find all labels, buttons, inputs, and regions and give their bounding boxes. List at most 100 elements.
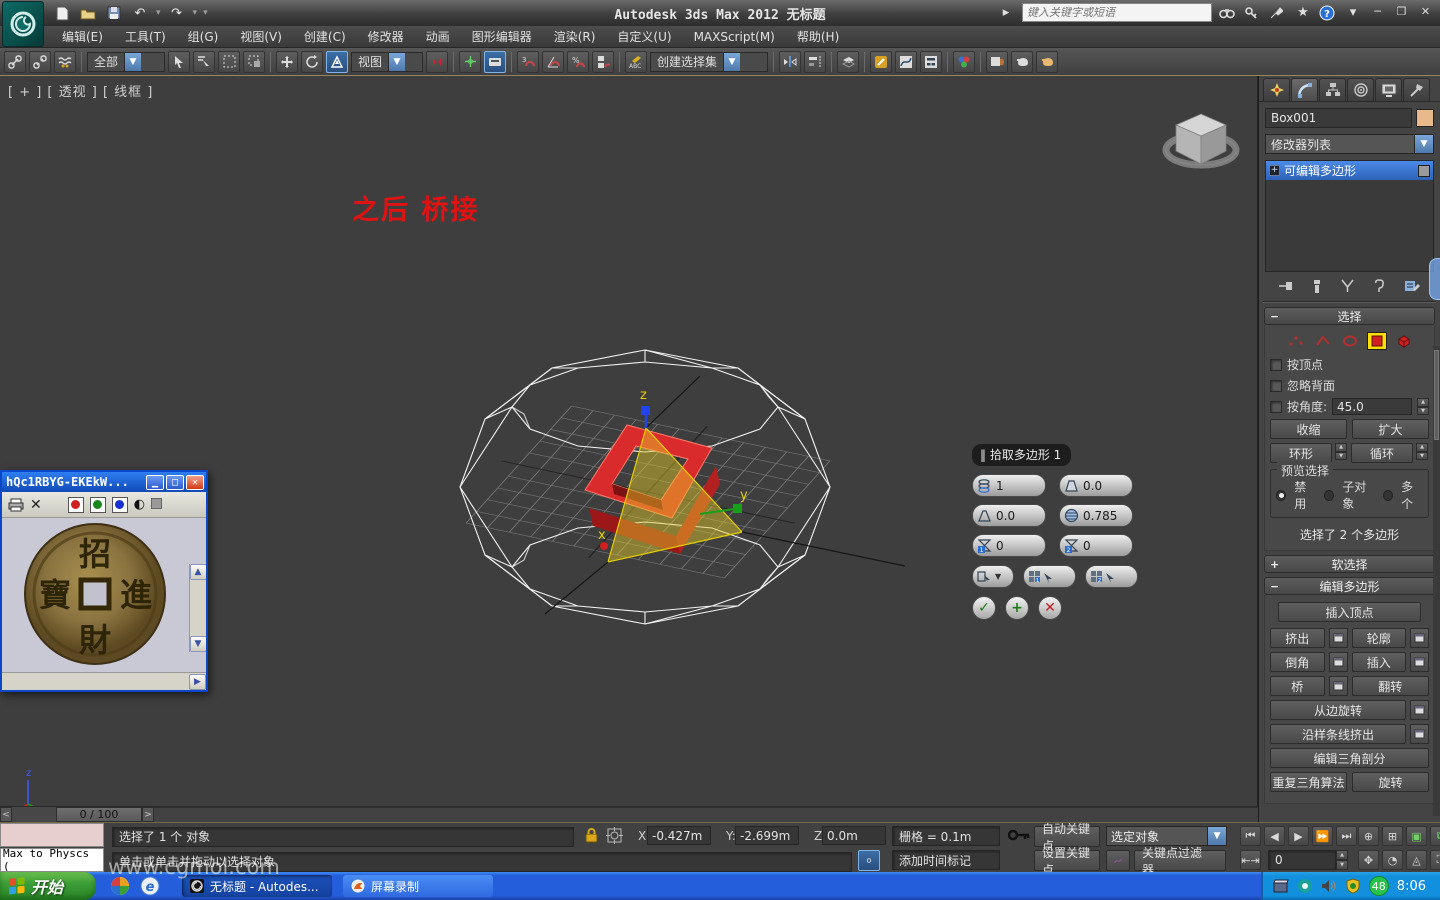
absolute-mode-icon[interactable] (606, 827, 623, 844)
expand-icon[interactable]: + (1269, 165, 1280, 176)
loop-button[interactable]: 循环 (1351, 443, 1413, 463)
coin-close-button[interactable]: ✕ (186, 474, 204, 490)
menu-graph-editors[interactable]: 图形编辑器 (462, 26, 542, 47)
snaps-toggle-icon[interactable]: 3 (517, 50, 539, 73)
curve-editor-icon[interactable] (895, 50, 917, 73)
select-and-move-icon[interactable] (276, 50, 298, 73)
tab-hierarchy[interactable] (1319, 78, 1346, 101)
subobject-border-icon[interactable] (1340, 332, 1360, 350)
retriangulate-button[interactable]: 重复三角算法 (1270, 772, 1347, 792)
search-input[interactable] (1022, 3, 1212, 22)
coin-minimize-button[interactable]: ▁ (146, 474, 164, 490)
save-icon[interactable] (104, 4, 124, 22)
alpha-channel-icon[interactable] (151, 497, 163, 512)
caddy-smooth-control[interactable]: 0.785 (1059, 504, 1133, 527)
tray-antivirus-icon[interactable] (1345, 878, 1361, 894)
named-selection-combo[interactable]: 创建选择集 ▼ (650, 51, 768, 72)
red-channel-button[interactable] (67, 496, 84, 513)
zoom-icon[interactable]: ⊕ (1358, 826, 1379, 846)
caddy-title[interactable]: ‖ 拾取多边形 1 (972, 444, 1072, 466)
align-icon[interactable] (804, 50, 826, 73)
caddy-taper-control[interactable]: 0.0 (1059, 474, 1133, 497)
next-key-icon[interactable]: ⏩ (1312, 826, 1333, 846)
by-vertex-checkbox[interactable] (1270, 358, 1282, 371)
make-unique-icon[interactable] (1340, 279, 1355, 293)
add-time-tag[interactable]: 添加时间标记 (892, 850, 1000, 870)
select-and-manipulate-icon[interactable] (459, 50, 481, 73)
menu-edit[interactable]: 编辑(E) (52, 26, 113, 47)
scroll-right-icon[interactable]: ▶ (189, 673, 206, 690)
caddy-pick-target2-button[interactable]: 2 (1085, 565, 1138, 588)
redo-dropdown-arrow[interactable]: ▾ (193, 8, 198, 18)
menu-help[interactable]: 帮助(H) (787, 26, 849, 47)
ring-spinner[interactable]: ▲ ▼ (1335, 443, 1347, 460)
play-icon[interactable]: ▶ (1288, 826, 1309, 846)
subobject-polygon-icon[interactable] (1366, 332, 1387, 350)
key-filters-button[interactable]: 关键点过滤器... (1134, 846, 1226, 877)
preview-multi-radio[interactable] (1382, 489, 1394, 501)
insert-vertex-button[interactable]: 插入顶点 (1278, 602, 1421, 622)
soft-selection-header[interactable]: + 软选择 (1264, 555, 1435, 573)
render-setup-icon[interactable] (986, 50, 1008, 73)
panel-handle[interactable] (1429, 258, 1440, 300)
next-frame-arrow[interactable]: > (142, 807, 154, 822)
perspective-viewport[interactable]: [ + ] [ 透视 ] [ 线框 ] 之后 桥接 z y x z ‖ 拾取多边… (0, 76, 1258, 879)
menu-views[interactable]: 视图(V) (230, 26, 292, 47)
zoom-extents-all-icon[interactable]: ⧉ (1430, 826, 1440, 846)
ignore-backfacing-checkbox[interactable] (1270, 379, 1282, 392)
select-and-link-icon[interactable] (4, 50, 26, 73)
bevel-settings-icon[interactable] (1328, 652, 1348, 672)
maximize-viewport-icon[interactable]: ⛶ (1430, 850, 1440, 870)
orbit-icon[interactable]: ◔ (1382, 850, 1403, 870)
prev-key-icon[interactable]: ◀ (1264, 826, 1285, 846)
stack-item-editable-poly[interactable]: + 可编辑多边形 (1266, 161, 1433, 180)
modifier-list-dropdown[interactable]: 修改器列表 (1265, 134, 1415, 154)
zoom-all-icon[interactable]: ⊞ (1382, 826, 1403, 846)
unlink-selection-icon[interactable] (29, 50, 51, 73)
bevel-button[interactable]: 倒角 (1270, 652, 1325, 672)
print-icon[interactable] (8, 498, 24, 512)
minimize-button[interactable]: ─ (1369, 5, 1386, 20)
show-end-result-icon[interactable] (1312, 279, 1322, 294)
green-channel-button[interactable] (89, 496, 106, 513)
graphite-modeling-icon[interactable] (870, 50, 892, 73)
z-coord-field[interactable]: 0.0m (822, 826, 886, 845)
spinner-snap-icon[interactable] (592, 50, 614, 73)
bridge-button[interactable]: 桥 (1270, 676, 1325, 696)
reference-image-window[interactable]: hQc1RBYG-EKEkW... ▁ □ ✕ ✕ ◐ 招 進 財 寶 ▲ ▼ … (0, 470, 208, 692)
coin-horizontal-scrollbar[interactable]: ▶ (2, 672, 206, 690)
loop-spinner[interactable]: ▲ ▼ (1416, 443, 1428, 460)
quicklaunch-browser-icon[interactable]: e (140, 876, 160, 896)
object-color-swatch[interactable] (1416, 109, 1434, 127)
bind-to-space-warp-icon[interactable] (54, 50, 76, 73)
angle-spinner[interactable]: ▲ ▼ (1417, 398, 1429, 415)
key-icon[interactable] (1008, 828, 1030, 842)
stack-state-icon[interactable] (1418, 164, 1430, 177)
tab-motion[interactable] (1347, 78, 1374, 101)
bridge-settings-icon[interactable] (1328, 676, 1348, 696)
subobject-vertex-icon[interactable] (1286, 332, 1306, 350)
new-key-curve-icon[interactable] (1106, 850, 1130, 871)
caddy-segments-control[interactable]: 1 (972, 474, 1046, 497)
subscription-key-icon[interactable] (1244, 6, 1262, 20)
tray-volume-icon[interactable] (1321, 879, 1337, 893)
edit-triangulation-button[interactable]: 编辑三角剖分 (1270, 748, 1429, 768)
flip-button[interactable]: 翻转 (1351, 676, 1429, 696)
select-and-rotate-icon[interactable] (301, 50, 323, 73)
caddy-apply-button[interactable]: + (1005, 596, 1029, 620)
open-file-icon[interactable] (78, 4, 98, 22)
field-of-view-icon[interactable]: ◬ (1406, 850, 1427, 870)
menu-animation[interactable]: 动画 (416, 26, 460, 47)
extrude-button[interactable]: 挤出 (1270, 628, 1325, 648)
viewcube[interactable] (1160, 98, 1242, 180)
scroll-down-icon[interactable]: ▼ (189, 636, 206, 652)
extrude-spline-settings-icon[interactable] (1410, 724, 1429, 744)
communication-center-icon[interactable] (1269, 6, 1287, 20)
preview-subobj-radio[interactable] (1324, 489, 1335, 501)
x-coord-field[interactable]: -0.427m (647, 826, 711, 845)
go-to-start-icon[interactable]: ⏮ (1240, 826, 1261, 846)
pin-stack-icon[interactable] (1278, 279, 1294, 293)
caddy-ok-button[interactable]: ✓ (972, 596, 996, 620)
restore-button[interactable]: ❐ (1393, 5, 1410, 20)
tab-create[interactable] (1263, 78, 1290, 101)
